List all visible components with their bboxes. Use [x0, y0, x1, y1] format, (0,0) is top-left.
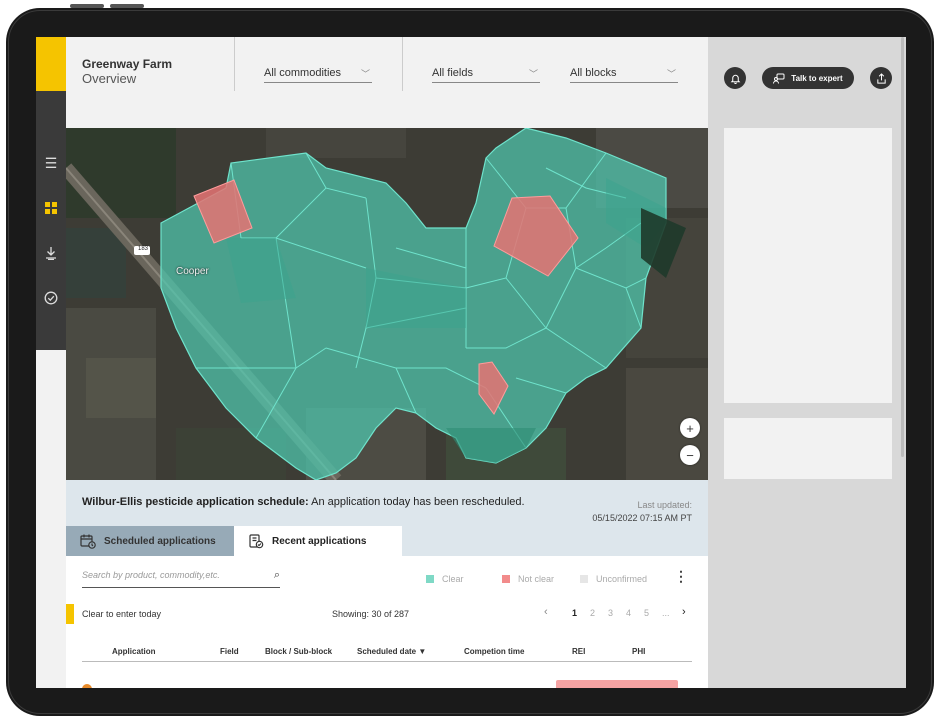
- tab-scheduled-applications[interactable]: Scheduled applications: [66, 526, 234, 556]
- search-input[interactable]: Search by product, commodity,etc. ⌕: [82, 569, 280, 588]
- more-options-icon[interactable]: ⋮: [674, 568, 688, 585]
- fields-dropdown-label: All fields: [432, 67, 473, 79]
- side-card: [724, 128, 892, 403]
- legend-swatch: [502, 575, 510, 583]
- scrollbar[interactable]: [901, 37, 904, 457]
- chevron-down-icon: ﹀: [666, 69, 676, 79]
- commodities-dropdown[interactable]: All commodities ﹀: [264, 65, 372, 83]
- column-header-rei[interactable]: REI: [572, 647, 585, 656]
- farm-map[interactable]: 183 Cooper + −: [66, 128, 708, 480]
- search-placeholder: Search by product, commodity,etc.: [82, 570, 220, 580]
- chevron-down-icon: ﹀: [528, 69, 538, 79]
- blocks-dropdown[interactable]: All blocks ﹀: [570, 65, 678, 83]
- applications-panel: Search by product, commodity,etc. ⌕ Clea…: [66, 556, 708, 688]
- zoom-out-button[interactable]: −: [680, 445, 700, 465]
- app-screen: ☰ Greenway Farm Overview All commodities…: [36, 37, 906, 688]
- prev-page-button[interactable]: ‹: [544, 606, 548, 618]
- talk-to-expert-label: Talk to expert: [791, 73, 843, 83]
- page-ellipsis: ...: [662, 608, 670, 618]
- column-header-block[interactable]: Block / Sub-block: [265, 647, 332, 656]
- rail-nav: ☰: [36, 91, 66, 350]
- dashboard-icon[interactable]: [36, 196, 66, 220]
- brand-logo: [36, 37, 66, 91]
- page-5-link[interactable]: 5: [644, 608, 649, 618]
- column-header-scheduled-date[interactable]: Scheduled date ▼: [357, 647, 426, 656]
- fields-dropdown[interactable]: All fields ﹀: [432, 65, 540, 83]
- calendar-clock-icon: [80, 534, 96, 549]
- column-header-application[interactable]: Application: [112, 647, 156, 656]
- page-1-link[interactable]: 1: [572, 608, 577, 618]
- page-header: Greenway Farm Overview All commodities ﹀…: [66, 37, 708, 128]
- pagination: ‹ 1 2 3 4 5 ... ›: [542, 606, 692, 622]
- page-title: Overview: [82, 71, 137, 86]
- tablet-volume-button: [70, 4, 104, 8]
- banner-text: Wilbur-Ellis pesticide application sched…: [82, 496, 525, 508]
- map-canvas: [66, 128, 708, 480]
- chevron-down-icon: ﹀: [360, 69, 370, 79]
- commodities-dropdown-label: All commodities: [264, 67, 342, 79]
- results-count: Showing: 30 of 287: [332, 609, 410, 619]
- clear-indicator-bar: [66, 604, 74, 624]
- tablet-volume-button: [110, 4, 144, 8]
- column-header-phi[interactable]: PHI: [632, 647, 645, 656]
- header-divider: [234, 37, 235, 91]
- blocks-dropdown-label: All blocks: [570, 67, 617, 79]
- legend-swatch: [426, 575, 434, 583]
- last-updated-label: Last updated:: [637, 500, 692, 510]
- notification-bell-button[interactable]: [724, 67, 746, 89]
- side-card: [724, 418, 892, 479]
- legend-unconfirmed: Unconfirmed: [580, 574, 647, 584]
- banner-message: An application today has been reschedule…: [311, 496, 525, 508]
- tab-label: Scheduled applications: [104, 535, 216, 547]
- legend-label: Not clear: [518, 574, 555, 584]
- banner-title: Wilbur-Ellis pesticide application sched…: [82, 496, 309, 508]
- tab-recent-applications[interactable]: Recent applications: [234, 526, 402, 556]
- page-2-link[interactable]: 2: [590, 608, 595, 618]
- status-badge[interactable]: [556, 680, 678, 688]
- status-dot: [82, 684, 92, 688]
- legend-clear: Clear: [426, 574, 464, 584]
- share-icon: [876, 72, 886, 84]
- last-updated-value: 05/15/2022 07:15 AM PT: [592, 513, 692, 523]
- page-4-link[interactable]: 4: [626, 608, 631, 618]
- zoom-in-button[interactable]: +: [680, 418, 700, 438]
- chat-person-icon: [773, 73, 785, 84]
- header-divider: [402, 37, 403, 91]
- legend-label: Clear: [442, 574, 464, 584]
- menu-icon[interactable]: ☰: [36, 151, 66, 175]
- bell-icon: [730, 74, 740, 84]
- talk-to-expert-button[interactable]: Talk to expert: [762, 67, 854, 89]
- clipboard-check-icon: [249, 534, 264, 549]
- left-rail: ☰: [36, 37, 66, 688]
- page-3-link[interactable]: 3: [608, 608, 613, 618]
- tab-label: Recent applications: [272, 535, 367, 547]
- place-label: Cooper: [176, 266, 209, 277]
- road-shield-label: 183: [138, 246, 149, 252]
- next-page-button[interactable]: ›: [682, 606, 686, 618]
- legend-label: Unconfirmed: [596, 574, 648, 584]
- search-icon[interactable]: ⌕: [274, 569, 280, 582]
- share-button[interactable]: [870, 67, 892, 89]
- table-header: Application Field Block / Sub-block Sche…: [82, 640, 692, 662]
- legend-swatch: [580, 575, 588, 583]
- clear-to-enter-text: Clear to enter today: [82, 609, 162, 619]
- farm-name: Greenway Farm: [82, 57, 173, 71]
- column-header-field[interactable]: Field: [220, 647, 239, 656]
- column-header-completion-time[interactable]: Competion time: [464, 647, 524, 656]
- check-badge-icon[interactable]: [36, 286, 66, 310]
- right-panel: Talk to expert: [708, 37, 906, 688]
- download-icon[interactable]: [36, 241, 66, 265]
- legend-not-clear: Not clear: [502, 574, 554, 584]
